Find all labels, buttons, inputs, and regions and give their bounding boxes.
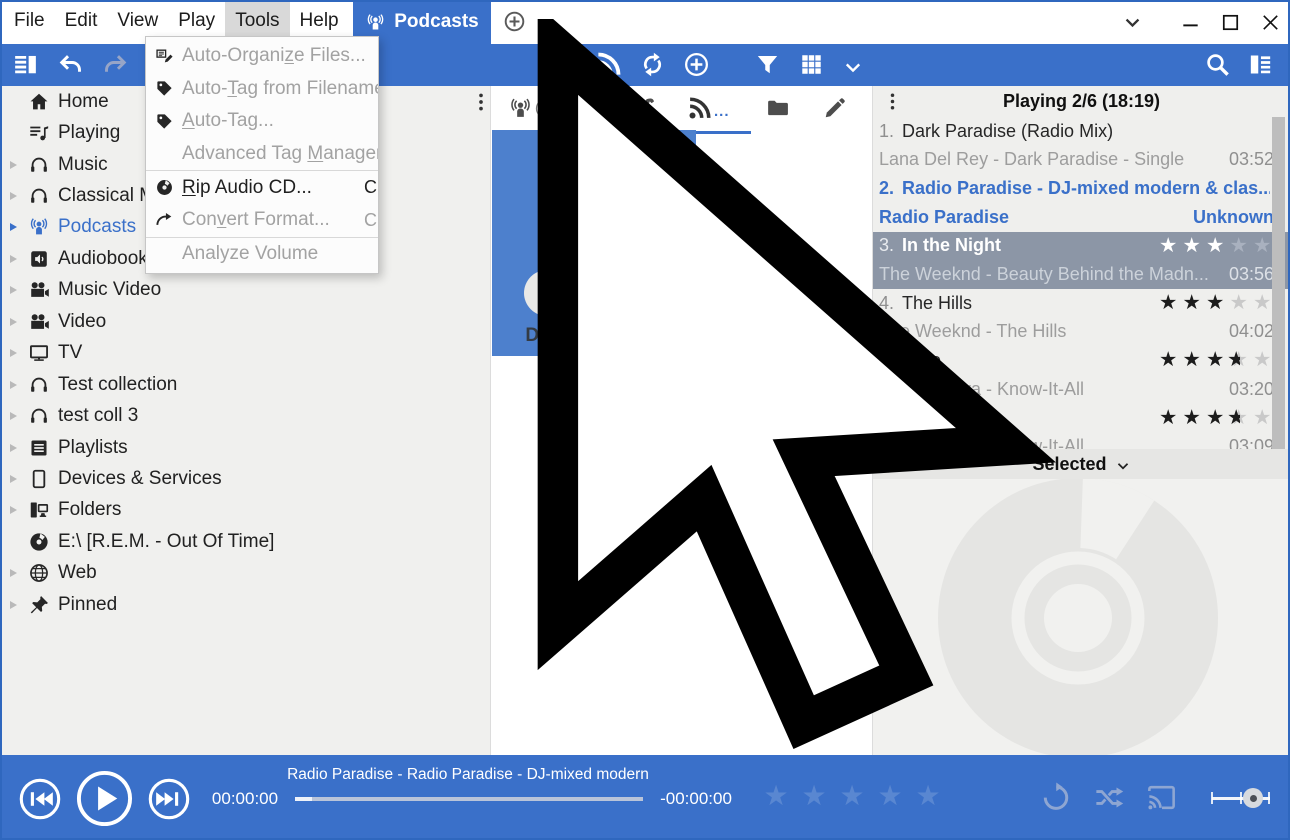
tag-icon	[155, 79, 174, 98]
undo-icon[interactable]	[57, 51, 84, 78]
expander-icon[interactable]	[10, 444, 25, 452]
expander-icon[interactable]	[10, 475, 25, 483]
next-button[interactable]	[147, 777, 191, 821]
mouse-cursor	[224, 19, 1290, 840]
sidebar-item-label: Music	[58, 154, 108, 176]
previous-button[interactable]	[18, 777, 62, 821]
tv-icon	[28, 342, 50, 364]
disc-icon	[28, 531, 50, 553]
sidebar-item-label: Home	[58, 91, 109, 113]
sidebar-item-label: Music Video	[58, 279, 161, 301]
expander-icon[interactable]	[10, 349, 25, 357]
organize-icon	[155, 47, 174, 66]
globe-icon	[28, 562, 50, 584]
no-icon	[155, 244, 174, 263]
computer-icon	[28, 499, 50, 521]
sidebar-item-label: test coll 3	[58, 405, 138, 427]
headphones-icon	[28, 185, 50, 207]
expander-icon[interactable]	[10, 255, 25, 263]
sidebar-item-label: Playlists	[58, 437, 128, 459]
expander-icon[interactable]	[10, 412, 25, 420]
video-camera-icon	[28, 279, 50, 301]
expander-icon[interactable]	[10, 506, 25, 514]
home-icon	[28, 91, 50, 113]
headphones-icon	[28, 405, 50, 427]
headphones-icon	[28, 374, 50, 396]
sidebar-item-label: Playing	[58, 122, 120, 144]
sidebar-item-label: Web	[58, 562, 97, 584]
sidebar-item-label: TV	[58, 342, 82, 364]
expander-icon[interactable]	[10, 161, 25, 169]
expander-icon[interactable]	[10, 381, 25, 389]
sidebar-item-label: Pinned	[58, 594, 117, 616]
sidebar-item-label: Video	[58, 311, 106, 333]
disc-icon	[155, 178, 174, 197]
sidebar-item-label: Test collection	[58, 374, 177, 396]
no-icon	[155, 145, 174, 164]
playing-icon	[28, 122, 50, 144]
expander-icon[interactable]	[10, 569, 25, 577]
sidebar-toggle-icon[interactable]	[12, 51, 39, 78]
mediamonkey-window: FileEditViewPlayToolsHelp Podcasts Home …	[0, 0, 1290, 840]
playlist-icon	[28, 437, 50, 459]
audiobook-icon	[28, 248, 50, 270]
sidebar-item-label: Podcasts	[58, 216, 136, 238]
video-camera-icon	[28, 311, 50, 333]
expander-icon[interactable]	[10, 223, 25, 231]
sidebar-item-label: Folders	[58, 499, 121, 521]
menubar-play[interactable]: Play	[168, 2, 225, 40]
expander-icon[interactable]	[10, 286, 25, 294]
toolbar-left-group	[12, 51, 129, 78]
headphones-icon	[28, 154, 50, 176]
redo-icon[interactable]	[102, 51, 129, 78]
pin-icon	[28, 594, 50, 616]
menubar-edit[interactable]: Edit	[55, 2, 108, 40]
tablet-icon	[28, 468, 50, 490]
expander-icon[interactable]	[10, 601, 25, 609]
sidebar-item-label: Audiobooks	[58, 248, 157, 270]
expander-icon[interactable]	[10, 192, 25, 200]
convert-icon	[155, 211, 174, 230]
tag-icon	[155, 112, 174, 131]
podcast-icon	[28, 216, 50, 238]
play-button[interactable]	[75, 769, 134, 828]
sidebar-item-label: Devices & Services	[58, 468, 222, 490]
expander-icon[interactable]	[10, 318, 25, 326]
menubar-file[interactable]: File	[4, 2, 55, 40]
menubar-view[interactable]: View	[107, 2, 168, 40]
